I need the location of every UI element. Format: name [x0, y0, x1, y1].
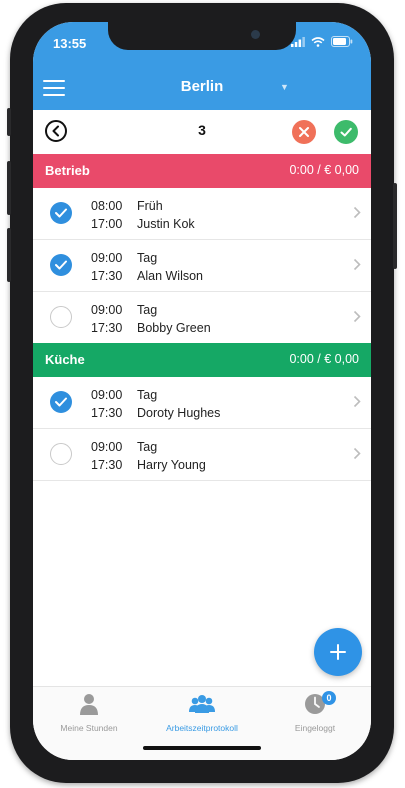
close-icon [299, 127, 309, 137]
start-time: 08:00 [91, 199, 123, 213]
page-title[interactable]: Berlin [33, 78, 371, 95]
badge-count: 0 [322, 691, 336, 705]
checkbox-unchecked[interactable] [50, 443, 72, 465]
tab-eingeloggt[interactable]: 0 Eingeloggt [259, 691, 371, 733]
plus-icon [330, 644, 346, 660]
wifi-icon [311, 36, 325, 47]
end-time: 17:30 [91, 269, 123, 283]
employee-name: Alan Wilson [137, 269, 203, 283]
checkbox-unchecked[interactable] [50, 306, 72, 328]
shift-name: Tag [137, 388, 158, 402]
end-time: 17:00 [91, 217, 123, 231]
start-time: 09:00 [91, 303, 123, 317]
shift-name: Tag [137, 303, 158, 317]
tab-label: Arbeitszeitprotokoll [166, 723, 238, 733]
check-icon [340, 127, 352, 137]
start-time: 09:00 [91, 251, 123, 265]
check-icon [55, 208, 67, 218]
section-summary: 0:00 / € 0,00 [289, 352, 359, 366]
volume-up-button [7, 161, 11, 215]
app-header: 13:55 Berlin ▼ [33, 22, 371, 110]
chevron-right-icon [353, 258, 361, 271]
camera-icon [251, 30, 260, 39]
person-icon [80, 694, 98, 715]
employee-name: Harry Young [137, 458, 206, 472]
app-screen: 13:55 Berlin ▼ 3 Betrieb 0:00 / € 0,00 0… [33, 22, 371, 760]
mute-switch [7, 108, 11, 136]
employee-name: Justin Kok [137, 217, 195, 231]
employee-name: Bobby Green [137, 321, 211, 335]
chevron-right-icon [353, 395, 361, 408]
section-title: Küche [45, 352, 85, 367]
accept-button[interactable] [334, 120, 358, 144]
section-header-betrieb: Betrieb 0:00 / € 0,00 [33, 154, 371, 188]
volume-down-button [7, 228, 11, 282]
shift-name: Früh [137, 199, 163, 213]
end-time: 17:30 [91, 458, 123, 472]
start-time: 09:00 [91, 388, 123, 402]
list-item[interactable]: 09:00 17:30 Tag Harry Young [33, 429, 371, 481]
tab-label: Eingeloggt [294, 723, 336, 733]
end-time: 17:30 [91, 406, 123, 420]
start-time: 09:00 [91, 440, 123, 454]
end-time: 17:30 [91, 321, 123, 335]
checkbox-checked[interactable] [50, 391, 72, 413]
add-button[interactable] [314, 628, 362, 676]
reject-button[interactable] [292, 120, 316, 144]
shift-name: Tag [137, 251, 158, 265]
section-summary: 0:00 / € 0,00 [289, 163, 359, 177]
selected-count: 3 [198, 122, 206, 138]
battery-icon [331, 36, 353, 47]
list-item[interactable]: 09:00 17:30 Tag Alan Wilson [33, 240, 371, 292]
dropdown-caret-icon[interactable]: ▼ [280, 82, 289, 92]
tab-arbeitszeitprotokoll[interactable]: Arbeitszeitprotokoll [146, 693, 258, 733]
section-title: Betrieb [45, 163, 90, 178]
tab-meine-stunden[interactable]: Meine Stunden [33, 693, 145, 733]
checkbox-checked[interactable] [50, 254, 72, 276]
action-row: 3 [33, 110, 371, 155]
power-button [393, 183, 397, 269]
team-icon [189, 695, 215, 713]
tab-label: Meine Stunden [60, 723, 118, 733]
check-icon [55, 260, 67, 270]
chevron-right-icon [353, 310, 361, 323]
section-header-kueche: Küche 0:00 / € 0,00 [33, 343, 371, 377]
shift-name: Tag [137, 440, 158, 454]
chevron-right-icon [353, 447, 361, 460]
employee-name: Doroty Hughes [137, 406, 221, 420]
checkbox-checked[interactable] [50, 202, 72, 224]
check-icon [55, 397, 67, 407]
list-item[interactable]: 09:00 17:30 Tag Doroty Hughes [33, 377, 371, 429]
list-item[interactable]: 09:00 17:30 Tag Bobby Green [33, 292, 371, 344]
chevron-right-icon [353, 206, 361, 219]
camera-notch [108, 22, 296, 50]
status-icons [291, 36, 353, 47]
list-item[interactable]: 08:00 17:00 Früh Justin Kok [33, 188, 371, 240]
home-indicator [143, 746, 261, 750]
status-time: 13:55 [53, 36, 87, 51]
